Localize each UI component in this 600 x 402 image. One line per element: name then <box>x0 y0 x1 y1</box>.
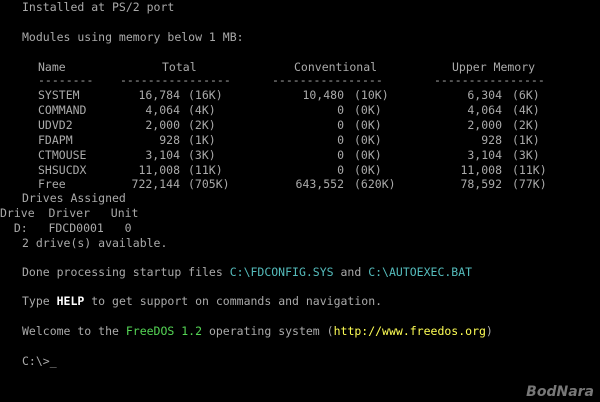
cell-conv-k: (10K) <box>354 88 389 102</box>
cell-upper-k: (6K) <box>512 88 540 102</box>
cell-upper-k: (1K) <box>512 132 540 147</box>
drive-table-row: D: FDCD0001 0 <box>0 221 132 235</box>
cell-total-k: (4K) <box>188 102 216 117</box>
cell-name: COMMAND <box>38 102 87 117</box>
drive-count: 2 drive(s) available. <box>22 236 168 250</box>
text-cursor[interactable]: _ <box>50 354 57 368</box>
cell-total: 16,784 <box>138 88 180 102</box>
freedos-url: http://www.freedos.org <box>333 324 486 338</box>
mouse-install-message: Installed at PS/2 port <box>22 0 175 14</box>
help-suffix: to get support on commands and navigatio… <box>84 294 383 308</box>
cell-upper: 11,008 <box>460 162 502 177</box>
cell-upper-k: (3K) <box>512 147 540 162</box>
cell-upper-k: (2K) <box>512 117 540 132</box>
cell-name: SYSTEM <box>38 88 80 102</box>
cell-total-k: (3K) <box>188 147 216 162</box>
drive-table-header: Drive Driver Unit <box>0 206 139 220</box>
config-path: C:\FDCONFIG.SYS <box>229 265 334 279</box>
cell-conv: 0 <box>337 162 344 177</box>
cell-name: UDVD2 <box>38 117 73 132</box>
dash-conventional: ---------------- <box>272 73 383 87</box>
cell-total: 722,144 <box>131 177 180 192</box>
dos-console[interactable]: Installed at PS/2 port Modules using mem… <box>0 0 600 402</box>
cell-conv-k: (0K) <box>354 132 382 147</box>
cell-conv-k: (0K) <box>354 117 382 132</box>
dash-name: -------- <box>38 73 94 87</box>
cell-upper-k: (4K) <box>512 102 540 117</box>
table-dash-row: -------- ---------------- --------------… <box>22 73 545 87</box>
os-name: FreeDOS 1.2 <box>125 324 203 338</box>
cell-total: 928 <box>159 132 180 147</box>
help-message: Type HELP to get support on commands and… <box>22 294 382 308</box>
cell-total-k: (11K) <box>188 162 223 177</box>
cell-conv-k: (0K) <box>354 147 382 162</box>
prompt-text: C:\> <box>22 354 50 368</box>
cell-upper-k: (11K) <box>512 162 547 177</box>
command-prompt[interactable]: C:\>_ <box>22 354 57 368</box>
welcome-prefix: Welcome to the <box>22 324 126 338</box>
welcome-middle: operating system ( <box>202 324 334 338</box>
startup-files-message: Done processing startup files C:\FDCONFI… <box>22 265 472 279</box>
cell-name: FDAPM <box>38 132 73 147</box>
startup-and: and <box>333 265 369 279</box>
cell-upper: 3,104 <box>467 147 502 162</box>
header-name: Name <box>38 60 66 74</box>
cell-conv: 0 <box>337 132 344 147</box>
cell-total-k: (16K) <box>188 88 223 102</box>
modules-heading: Modules using memory below 1 MB: <box>22 30 244 44</box>
cell-name: CTMOUSE <box>38 147 87 162</box>
drives-assigned-label: Drives Assigned <box>22 191 126 205</box>
cell-conv-k: (0K) <box>354 162 382 177</box>
dash-total: ---------------- <box>120 73 231 87</box>
cell-conv: 643,552 <box>295 177 344 192</box>
cell-upper: 928 <box>481 132 502 147</box>
cell-total: 2,000 <box>145 117 180 132</box>
welcome-suffix: ) <box>485 324 493 338</box>
cell-conv: 0 <box>337 102 344 117</box>
header-upper-memory: Upper Memory <box>452 60 536 74</box>
cell-total: 3,104 <box>145 147 180 162</box>
cell-conv-k: (620K) <box>354 177 396 192</box>
startup-prefix: Done processing startup files <box>22 265 230 279</box>
cell-conv-k: (0K) <box>354 102 382 117</box>
cell-name: SHSUCDX <box>38 162 87 177</box>
table-header-row: Name Total Conventional Upper Memory <box>22 60 535 74</box>
help-prefix: Type <box>22 294 57 308</box>
header-total: Total <box>162 60 197 74</box>
welcome-message: Welcome to the FreeDOS 1.2 operating sys… <box>22 324 493 338</box>
cell-conv: 0 <box>337 147 344 162</box>
cell-upper: 6,304 <box>467 88 502 102</box>
cell-total-k: (1K) <box>188 132 216 147</box>
cell-total-k: (2K) <box>188 117 216 132</box>
cell-upper: 78,592 <box>460 177 502 192</box>
help-keyword: HELP <box>56 294 85 308</box>
cell-total: 4,064 <box>145 102 180 117</box>
dash-upper: ---------------- <box>434 73 545 87</box>
autoexec-path: C:\AUTOEXEC.BAT <box>368 265 473 279</box>
cell-upper-k: (77K) <box>512 177 547 192</box>
cell-total-k: (705K) <box>188 177 230 192</box>
header-conventional: Conventional <box>294 60 378 74</box>
cell-conv: 10,480 <box>302 88 344 102</box>
watermark-logo: BodNara <box>526 384 594 400</box>
cell-upper: 4,064 <box>467 102 502 117</box>
cell-upper: 2,000 <box>467 117 502 132</box>
cell-conv: 0 <box>337 117 344 132</box>
cell-name: Free <box>38 177 66 192</box>
cell-total: 11,008 <box>138 162 180 177</box>
